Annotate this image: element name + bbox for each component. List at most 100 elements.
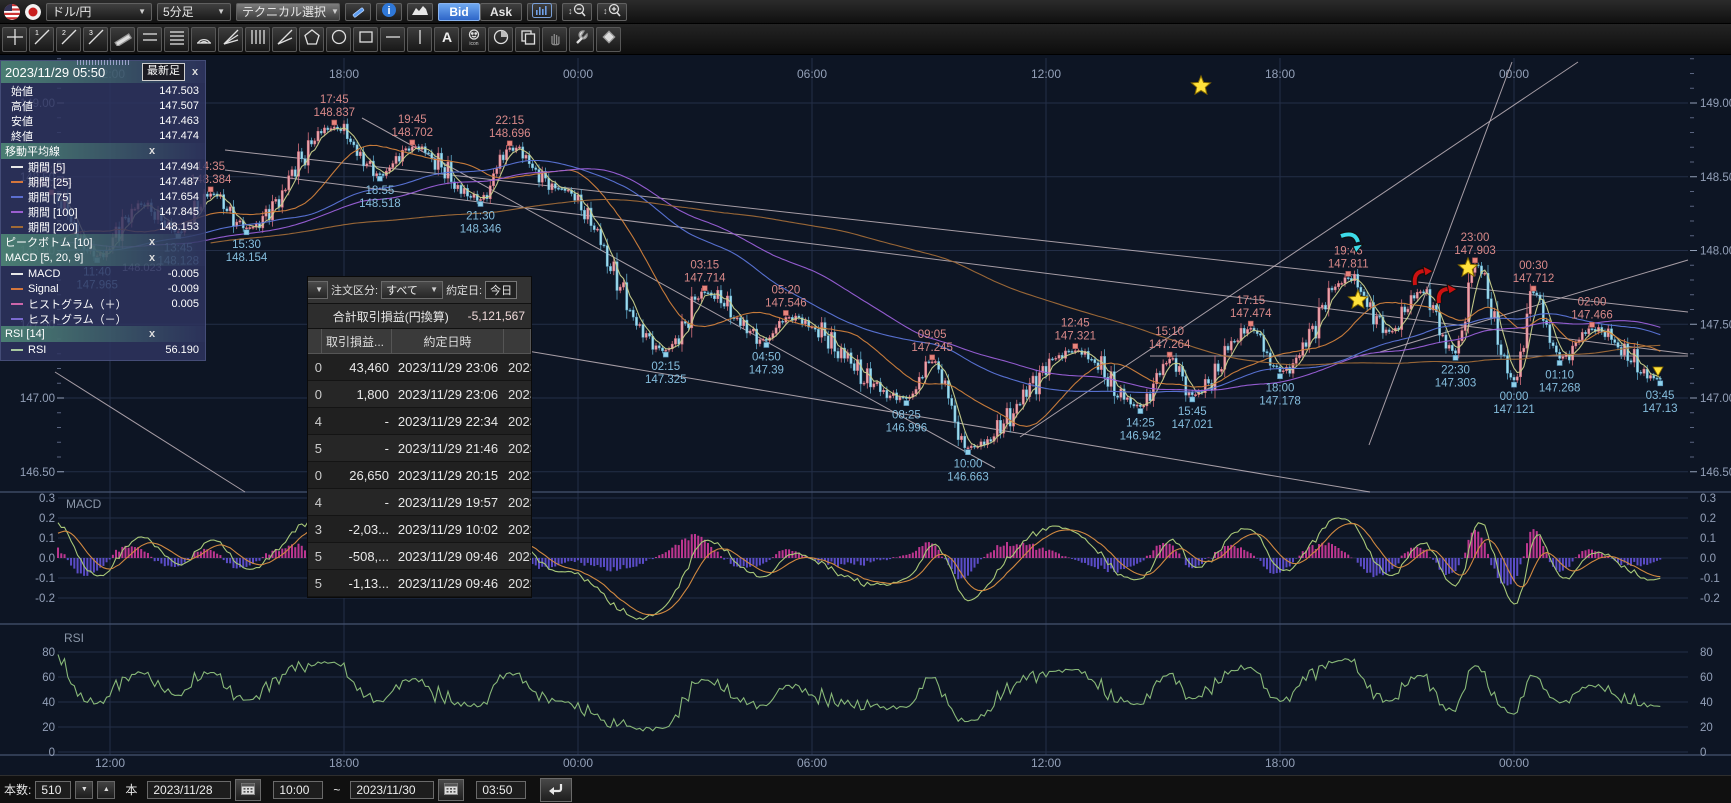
- order-row[interactable]: 5-2023/11/29 21:462023: [308, 435, 531, 462]
- order-row[interactable]: 3-2,03...2023/11/29 10:022023: [308, 516, 531, 543]
- bid-button[interactable]: Bid: [438, 3, 480, 21]
- datetime-column-header[interactable]: 約定日時: [392, 329, 504, 353]
- crosshair-tool-button[interactable]: [2, 27, 27, 52]
- svg-text:18:55: 18:55: [365, 185, 394, 197]
- line-swatch: [11, 226, 23, 228]
- count-up-button[interactable]: ▲: [97, 781, 115, 799]
- exec-date-value[interactable]: 今日: [485, 281, 517, 299]
- svg-text:147.245: 147.245: [911, 342, 953, 354]
- hand-tool-button[interactable]: [542, 27, 567, 52]
- latest-bar-button[interactable]: 最新足: [142, 63, 185, 81]
- horizontal-line-tool-button[interactable]: [380, 27, 405, 52]
- ruler-tool-button[interactable]: [110, 27, 135, 52]
- date-from-input[interactable]: 2023/11/28: [147, 781, 231, 799]
- icon-stamp-tool-button[interactable]: icon: [461, 27, 486, 52]
- axis-labels: 12:0012:0018:0018:0000:0000:0006:0006:00…: [20, 59, 1731, 770]
- order-row[interactable]: 4-2023/11/29 19:572023: [308, 489, 531, 516]
- star-marker: [1192, 76, 1211, 94]
- order-row[interactable]: 4-2023/11/29 22:342023: [308, 408, 531, 435]
- clipped-dropdown[interactable]: ▼: [307, 281, 328, 299]
- drawing-toolbar: 123 Aicon: [0, 24, 1731, 55]
- ellipse-tool-button[interactable]: [326, 27, 351, 52]
- ohlc-row: 高値147.507: [1, 98, 205, 113]
- trendline-2-tool-button[interactable]: 2: [56, 27, 81, 52]
- fib-arc-tool-button[interactable]: [191, 27, 216, 52]
- reload-range-button[interactable]: [540, 778, 572, 802]
- date-from-calendar-button[interactable]: [235, 779, 261, 801]
- date-to-calendar-button[interactable]: [438, 779, 464, 801]
- main-chart[interactable]: 12:0012:0018:0018:0000:0000:0006:0006:00…: [0, 55, 1731, 775]
- time-cycle-tool-button[interactable]: [488, 27, 513, 52]
- macd-line: [58, 518, 1660, 620]
- technical-select[interactable]: テクニカル選択▼: [236, 3, 340, 21]
- area-chart-button[interactable]: [407, 3, 433, 21]
- copy-icon: [519, 28, 537, 51]
- timeframe-select[interactable]: 5分足▼: [157, 3, 231, 21]
- date-to-input[interactable]: 2023/11/30: [350, 781, 434, 799]
- indicator-section-header: 移動平均線x: [1, 143, 205, 159]
- svg-text:148.346: 148.346: [460, 223, 502, 235]
- zoom-out-button[interactable]: ↕: [562, 3, 592, 21]
- svg-text:146.996: 146.996: [886, 423, 928, 435]
- indicator-row: 期間 [5]147.494: [1, 159, 205, 174]
- trendline-1-tool-button[interactable]: 1: [29, 27, 54, 52]
- svg-text:17:15: 17:15: [1236, 295, 1265, 307]
- close-icon[interactable]: x: [189, 66, 201, 78]
- time-lines-tool-button[interactable]: [245, 27, 270, 52]
- text-tool-button[interactable]: A: [434, 27, 459, 52]
- info-button[interactable]: i: [376, 3, 402, 21]
- time-to-input[interactable]: 03:50: [476, 781, 526, 799]
- line-swatch: [11, 166, 23, 168]
- vertical-line-tool-button[interactable]: [407, 27, 432, 52]
- close-icon[interactable]: x: [103, 252, 201, 264]
- close-icon[interactable]: x: [103, 328, 201, 340]
- macd-signal-line: [58, 522, 1660, 614]
- ask-button[interactable]: Ask: [480, 3, 522, 21]
- svg-text:03:15: 03:15: [690, 260, 719, 272]
- bar-count-input[interactable]: 510: [35, 781, 71, 799]
- pl-column-header[interactable]: 取引損益...: [322, 329, 392, 353]
- bar-unit-label: 本: [125, 781, 137, 798]
- svg-text:14:25: 14:25: [1126, 418, 1155, 430]
- fib-retracement-tool-button[interactable]: [164, 27, 189, 52]
- chart-type-button[interactable]: [527, 3, 557, 21]
- trendline-3-tool-button[interactable]: 3: [83, 27, 108, 52]
- pair-select[interactable]: ドル/円▼: [46, 3, 152, 21]
- order-row[interactable]: 5-1,13...2023/11/29 09:462023: [308, 570, 531, 597]
- close-icon[interactable]: x: [103, 145, 201, 157]
- eraser-tool-button[interactable]: [596, 27, 621, 52]
- svg-text:06:00: 06:00: [797, 756, 827, 770]
- svg-text:147.39: 147.39: [749, 364, 784, 376]
- order-row[interactable]: 5-508,...2023/11/29 09:462023: [308, 543, 531, 570]
- order-list-panel[interactable]: ▼ 注文区分: すべて▼ 約定日: 今日 合計取引損益(円換算) -5,121,…: [307, 276, 532, 598]
- time-from-input[interactable]: 10:00: [273, 781, 323, 799]
- gann-fan-tool-button[interactable]: [272, 27, 297, 52]
- order-row[interactable]: 01,8002023/11/29 23:062023: [308, 381, 531, 408]
- svg-text:↕: ↕: [603, 6, 608, 16]
- pentagon-tool-button[interactable]: [299, 27, 324, 52]
- order-row[interactable]: 026,6502023/11/29 20:152023: [308, 462, 531, 489]
- zoom-in-button[interactable]: ↕: [597, 3, 627, 21]
- parallel-lines-tool-button[interactable]: [137, 27, 162, 52]
- line-swatch: [11, 196, 23, 198]
- draw-tool-button[interactable]: [345, 3, 371, 21]
- fib-fan-tool-button[interactable]: [218, 27, 243, 52]
- order-type-select[interactable]: すべて▼: [381, 281, 443, 299]
- count-down-button[interactable]: ▼: [75, 781, 93, 799]
- rectangle-tool-button[interactable]: [353, 27, 378, 52]
- panel-drag-handle[interactable]: [77, 60, 129, 65]
- selected-bar-datetime: 2023/11/29 05:50: [5, 65, 138, 80]
- copy-tool-button[interactable]: [515, 27, 540, 52]
- order-row[interactable]: 2-520,...2023/11/29 09:42023: [308, 597, 531, 598]
- order-row[interactable]: 043,4602023/11/29 23:062023: [308, 354, 531, 381]
- svg-text:04:50: 04:50: [752, 351, 781, 363]
- indicator-section-header: MACD [5, 20, 9]x: [1, 250, 205, 266]
- line-swatch: [11, 318, 23, 320]
- wrench-tool-button[interactable]: [569, 27, 594, 52]
- ruler-icon: [114, 28, 132, 51]
- close-icon[interactable]: x: [103, 236, 201, 248]
- indicator-info-panel[interactable]: 2023/11/29 05:50最新足x始値147.503高値147.507安値…: [0, 60, 206, 361]
- svg-text:15:10: 15:10: [1155, 326, 1184, 338]
- trendline-1-icon: 1: [33, 28, 51, 51]
- rsi-pane: [58, 655, 1660, 731]
